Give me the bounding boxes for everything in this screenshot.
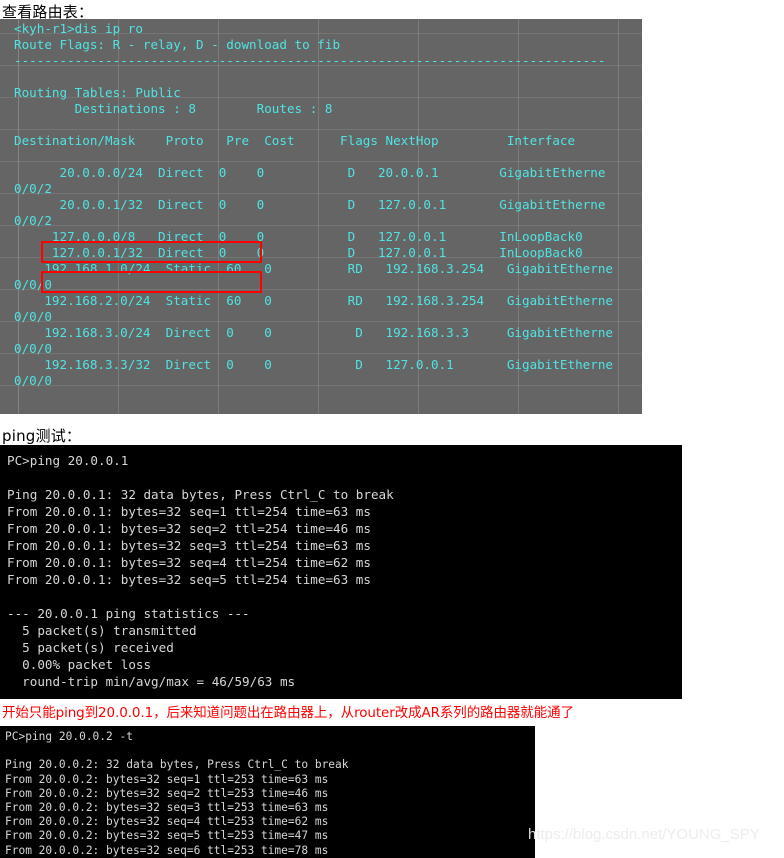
- terminal-line: From 20.0.0.1: bytes=32 seq=2 ttl=254 ti…: [7, 521, 371, 536]
- terminal-line: Destination/Mask Proto Pre Cost Flags Ne…: [14, 133, 576, 148]
- terminal-line: From 20.0.0.1: bytes=32 seq=1 ttl=254 ti…: [7, 504, 371, 519]
- terminal-line: Destinations : 8 Routes : 8: [14, 101, 333, 116]
- terminal-line: From 20.0.0.2: bytes=32 seq=1 ttl=253 ti…: [5, 772, 329, 786]
- terminal-line: 0/0/0: [14, 373, 52, 388]
- ping-console-first[interactable]: PC>ping 20.0.0.1 Ping 20.0.0.1: 32 data b…: [0, 445, 682, 699]
- terminal-line: From 20.0.0.2: bytes=32 seq=6 ttl=253 ti…: [5, 843, 329, 857]
- terminal-line: Routing Tables: Public: [14, 85, 181, 100]
- watermark-text: https://blog.csdn.net/YOUNG_SPY: [528, 826, 760, 843]
- terminal-line: 127.0.0.1/32 Direct 0 0 D 127.0.0.1 InLo…: [14, 245, 583, 260]
- terminal-line: 0/0/0: [14, 277, 52, 292]
- terminal-line: 127.0.0.0/8 Direct 0 0 D 127.0.0.1 InLoo…: [14, 229, 583, 244]
- terminal-line: Ping 20.0.0.1: 32 data bytes, Press Ctrl…: [7, 487, 394, 502]
- terminal-line: 0.00% packet loss: [7, 657, 152, 672]
- terminal-line: 192.168.3.0/24 Direct 0 0 D 192.168.3.3 …: [14, 325, 613, 340]
- terminal-line: From 20.0.0.2: bytes=32 seq=3 ttl=253 ti…: [5, 800, 329, 814]
- routing-table-output: <kyh-r1>dis ip ro Route Flags: R - relay,…: [0, 19, 642, 414]
- terminal-line: PC>ping 20.0.0.1: [7, 453, 129, 468]
- terminal-line: --- 20.0.0.1 ping statistics ---: [7, 606, 250, 621]
- terminal-line: 192.168.3.3/32 Direct 0 0 D 127.0.0.1 Gi…: [14, 357, 613, 372]
- terminal-line: From 20.0.0.1: bytes=32 seq=5 ttl=254 ti…: [7, 572, 371, 587]
- terminal-line: From 20.0.0.1: bytes=32 seq=3 ttl=254 ti…: [7, 538, 371, 553]
- terminal-line: 192.168.2.0/24 Static 60 0 RD 192.168.3.…: [14, 293, 613, 308]
- terminal-line: 5 packet(s) received: [7, 640, 174, 655]
- terminal-line: Route Flags: R - relay, D - download to …: [14, 37, 341, 52]
- red-annotation-note: 开始只能ping到20.0.0.1，后来知道问题出在路由器上，从router改成…: [2, 705, 574, 721]
- terminal-line: From 20.0.0.2: bytes=32 seq=2 ttl=253 ti…: [5, 786, 329, 800]
- terminal-line: PC>ping 20.0.0.2 -t: [5, 730, 133, 743]
- terminal-line: 192.168.1.0/24 Static 60 0 RD 192.168.3.…: [14, 261, 613, 276]
- terminal-line: 0/0/2: [14, 213, 52, 228]
- section-heading-ping-test: ping测试：: [2, 427, 82, 445]
- terminal-line: 5 packet(s) transmitted: [7, 623, 197, 638]
- terminal-line: 0/0/0: [14, 309, 52, 324]
- terminal-line: Ping 20.0.0.2: 32 data bytes, Press Ctrl…: [5, 758, 349, 772]
- terminal-line: round-trip min/avg/max = 46/59/63 ms: [7, 674, 296, 689]
- terminal-line: <kyh-r1>dis ip ro: [14, 21, 143, 36]
- terminal-line: From 20.0.0.2: bytes=32 seq=5 ttl=253 ti…: [5, 829, 329, 843]
- terminal-line: 20.0.0.1/32 Direct 0 0 D 127.0.0.1 Gigab…: [14, 197, 606, 212]
- terminal-line: From 20.0.0.2: bytes=32 seq=4 ttl=253 ti…: [5, 815, 329, 829]
- ping-console-second[interactable]: PC>ping 20.0.0.2 -t Ping 20.0.0.2: 32 dat…: [0, 726, 535, 858]
- routing-table-terminal[interactable]: <kyh-r1>dis ip ro Route Flags: R - relay,…: [0, 19, 642, 414]
- terminal-line: 20.0.0.0/24 Direct 0 0 D 20.0.0.1 Gigabi…: [14, 165, 606, 180]
- terminal-line: ----------------------------------------…: [14, 53, 606, 68]
- terminal-line: From 20.0.0.1: bytes=32 seq=4 ttl=254 ti…: [7, 555, 371, 570]
- terminal-line: 0/0/2: [14, 181, 52, 196]
- terminal-line: 0/0/0: [14, 341, 52, 356]
